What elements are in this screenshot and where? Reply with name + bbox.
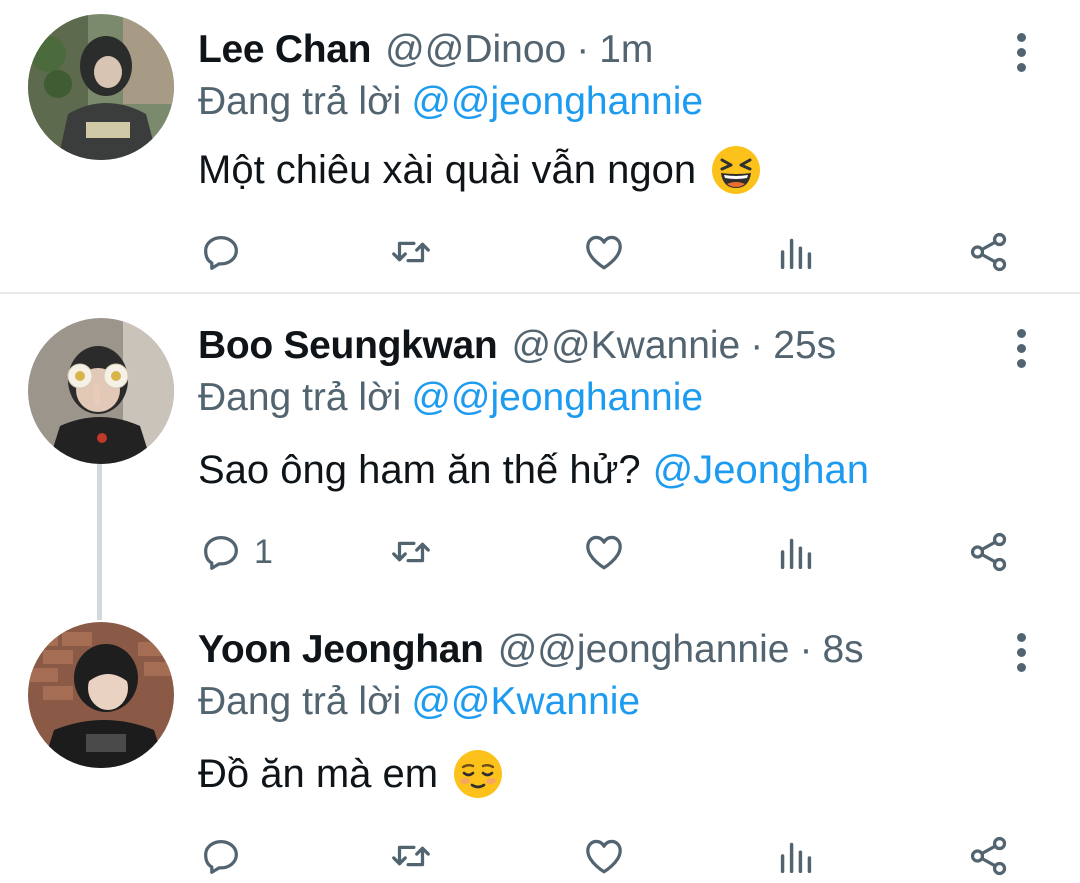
thread-connector-line xyxy=(97,464,102,620)
heart-icon xyxy=(586,235,622,270)
timestamp[interactable]: 8s xyxy=(822,622,863,678)
tweet-actions: 1 xyxy=(0,522,1080,582)
avatar[interactable] xyxy=(28,14,174,160)
heart-icon xyxy=(586,535,622,570)
share-icon xyxy=(970,232,1007,272)
tweet-header: Lee Chan @@Dinoo · 1m xyxy=(198,22,653,78)
replying-label: Đang trả lời xyxy=(198,376,402,419)
like-button[interactable] xyxy=(581,826,627,883)
reply-button[interactable]: 1 xyxy=(198,522,273,582)
tweet-divider xyxy=(0,292,1080,294)
share-button[interactable] xyxy=(966,522,1012,582)
separator: · xyxy=(799,628,813,671)
views-button[interactable] xyxy=(773,826,819,883)
replying-mention-link[interactable]: @@Kwannie xyxy=(411,680,640,723)
reply-icon xyxy=(204,535,238,570)
avatar-yoon-jeonghan-image xyxy=(28,622,174,768)
views-button[interactable] xyxy=(773,522,819,582)
more-vertical-icon[interactable] xyxy=(1000,30,1042,74)
tweet-text-content: Một chiêu xài quài vẫn ngon xyxy=(198,148,697,192)
heart-icon xyxy=(586,839,622,874)
reply-count: 1 xyxy=(254,532,273,571)
share-icon xyxy=(970,836,1007,876)
tweet-header: Boo Seungkwan @@Kwannie · 25s xyxy=(198,318,836,374)
avatar-lee-chan-image xyxy=(28,14,174,160)
analytics-icon xyxy=(780,538,812,570)
retweet-button[interactable] xyxy=(388,222,434,282)
analytics-icon xyxy=(780,238,812,270)
display-name[interactable]: Boo Seungkwan xyxy=(198,318,498,374)
separator: · xyxy=(576,28,590,71)
user-handle[interactable]: @@jeonghannie xyxy=(498,622,790,678)
replying-label: Đang trả lời xyxy=(198,680,402,723)
tweet-text-content: Sao ông ham ăn thế hử? xyxy=(198,448,641,492)
mention-link[interactable]: @Jeonghan xyxy=(653,440,869,500)
replying-to: Đang trả lời @@jeonghannie xyxy=(198,74,703,130)
user-handle[interactable]: @@Dinoo xyxy=(385,22,566,78)
more-vertical-icon[interactable] xyxy=(1000,630,1042,674)
tweet-text: Đồ ăn mà em xyxy=(198,744,504,804)
reply-icon xyxy=(204,839,238,874)
separator: · xyxy=(750,324,764,367)
tweet-actions xyxy=(0,222,1080,282)
timestamp[interactable]: 1m xyxy=(599,22,653,78)
more-vertical-icon[interactable] xyxy=(1000,326,1042,370)
reply-button[interactable] xyxy=(198,826,254,883)
replying-mention-link[interactable]: @@jeonghannie xyxy=(411,80,703,123)
share-icon xyxy=(970,532,1007,572)
user-handle[interactable]: @@Kwannie xyxy=(511,318,740,374)
like-button[interactable] xyxy=(581,522,627,582)
reply-icon xyxy=(204,235,238,270)
avatar-boo-seungkwan-image xyxy=(28,318,174,464)
avatar[interactable] xyxy=(28,318,174,464)
replying-to: Đang trả lời @@jeonghannie xyxy=(198,370,703,426)
replying-label: Đang trả lời xyxy=(198,80,402,123)
tweet-actions xyxy=(0,826,1080,883)
replying-mention-link[interactable]: @@jeonghannie xyxy=(411,376,703,419)
reply-feed: Lee Chan @@Dinoo · 1m Đang trả lời @@jeon… xyxy=(0,0,1080,883)
retweet-icon xyxy=(392,241,430,263)
relieved-face-emoji xyxy=(454,750,503,798)
tweet-text: Sao ông ham ăn thế hử? @Jeonghan xyxy=(198,440,869,500)
retweet-icon xyxy=(392,541,430,563)
avatar[interactable] xyxy=(28,622,174,768)
analytics-icon xyxy=(780,842,812,874)
share-button[interactable] xyxy=(966,222,1012,282)
tweet-header: Yoon Jeonghan @@jeonghannie · 8s xyxy=(198,622,864,678)
display-name[interactable]: Lee Chan xyxy=(198,22,371,78)
timestamp[interactable]: 25s xyxy=(773,318,836,374)
retweet-button[interactable] xyxy=(388,522,434,582)
retweet-icon xyxy=(392,845,430,867)
retweet-button[interactable] xyxy=(388,826,434,883)
replying-to: Đang trả lời @@Kwannie xyxy=(198,674,640,730)
tweet-text: Một chiêu xài quài vẫn ngon xyxy=(198,140,762,200)
like-button[interactable] xyxy=(581,222,627,282)
tweet-text-content: Đồ ăn mà em xyxy=(198,752,439,796)
grinning-squinting-face-emoji xyxy=(712,146,761,194)
display-name[interactable]: Yoon Jeonghan xyxy=(198,622,484,678)
share-button[interactable] xyxy=(966,826,1012,883)
views-button[interactable] xyxy=(773,222,819,282)
reply-button[interactable] xyxy=(198,222,254,282)
